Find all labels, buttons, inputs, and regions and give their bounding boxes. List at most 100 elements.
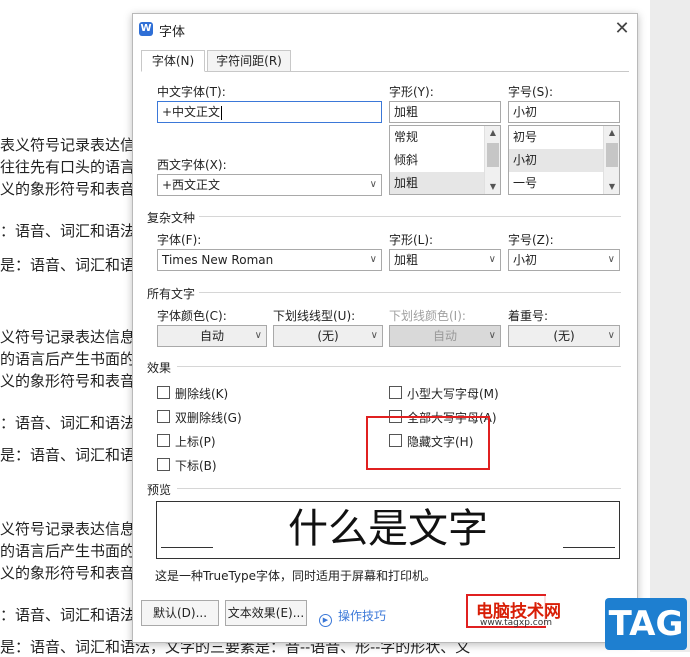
- small-caps-label: 小型大写字母(M): [407, 387, 499, 401]
- chinese-font-label: 中文字体(T):: [157, 85, 226, 99]
- style-input[interactable]: 加粗: [389, 101, 501, 123]
- tab-char-spacing[interactable]: 字符间距(R): [207, 50, 291, 72]
- font-color-value: 自动: [199, 329, 224, 343]
- scroll-thumb[interactable]: [487, 143, 499, 167]
- text-caret: [221, 105, 223, 120]
- western-font-value: +西文正文: [162, 178, 221, 192]
- superscript-checkbox[interactable]: [157, 434, 170, 447]
- tips-link[interactable]: ▶ 操作技巧: [319, 607, 386, 627]
- scroll-down-icon[interactable]: ▼: [604, 180, 619, 194]
- doc-line: 表义符号记录表达信: [0, 136, 136, 154]
- size-listbox[interactable]: 初号 小初 一号 ▲ ▼: [508, 125, 620, 195]
- font-dialog: W 字体 ✕ 字体(N) 字符间距(R) 中文字体(T): +中文正文 字形(Y…: [132, 13, 638, 643]
- chevron-down-icon: ∨: [370, 330, 378, 341]
- doc-line: 往往先有口头的语言: [0, 158, 136, 176]
- doc-line: 义的象形符号和表音: [0, 564, 136, 582]
- double-strikethrough-label: 双删除线(G): [175, 411, 242, 425]
- dialog-titlebar: W 字体 ✕: [133, 14, 637, 44]
- complex-size-dropdown[interactable]: 小初 ∨: [508, 249, 620, 271]
- section-divider: [177, 366, 621, 367]
- font-color-dropdown[interactable]: 自动 ∨: [157, 325, 267, 347]
- complex-font-dropdown[interactable]: Times New Roman ∨: [157, 249, 382, 271]
- chevron-down-icon: ∨: [369, 179, 377, 190]
- scroll-thumb[interactable]: [606, 143, 618, 167]
- doc-line: ：语音、词汇和语法: [0, 606, 136, 624]
- dialog-title: 字体: [159, 25, 186, 40]
- scroll-down-icon[interactable]: ▼: [485, 180, 500, 194]
- underline-color-value: 自动: [432, 329, 457, 343]
- superscript-label: 上标(P): [175, 435, 216, 449]
- underline-color-dropdown: 自动 ∨: [389, 325, 501, 347]
- emphasis-label: 着重号:: [508, 309, 549, 323]
- doc-line: 义符号记录表达信息: [0, 328, 136, 346]
- emphasis-dropdown[interactable]: (无) ∨: [508, 325, 620, 347]
- preview-text: 什么是文字: [288, 506, 488, 552]
- underline-color-label: 下划线颜色(I):: [389, 309, 466, 323]
- scroll-up-icon[interactable]: ▲: [604, 126, 619, 140]
- tips-label: 操作技巧: [338, 609, 387, 623]
- underline-style-label: 下划线线型(U):: [273, 309, 356, 323]
- font-color-label: 字体颜色(C):: [157, 309, 227, 323]
- size-input[interactable]: 小初: [508, 101, 620, 123]
- section-divider: [177, 488, 621, 489]
- list-item[interactable]: 一号: [509, 172, 604, 194]
- tab-divider: [141, 71, 629, 72]
- doc-line: 义的象形符号和表音: [0, 180, 136, 198]
- small-caps-checkbox[interactable]: [389, 386, 402, 399]
- preview-section-title: 预览: [147, 483, 172, 497]
- section-divider: [199, 292, 621, 293]
- watermark-url: www.tagxp.com: [480, 618, 552, 628]
- subscript-label: 下标(B): [175, 459, 217, 473]
- font-type-note: 这是一种TrueType字体，同时适用于屏幕和打印机。: [155, 569, 437, 583]
- list-item[interactable]: 初号: [509, 126, 604, 149]
- doc-line: 是：语音、词汇和语: [0, 256, 136, 274]
- scrollbar[interactable]: ▲ ▼: [484, 126, 500, 194]
- list-item[interactable]: 加粗: [390, 172, 485, 194]
- chevron-down-icon: ∨: [607, 254, 615, 265]
- watermark: 电脑技术网 www.tagxp.com: [472, 596, 602, 628]
- play-icon: ▶: [319, 614, 332, 627]
- chevron-down-icon: ∨: [607, 330, 615, 341]
- highlight-box-hidden-text: [366, 416, 490, 470]
- complex-font-value: Times New Roman: [162, 253, 274, 267]
- list-item[interactable]: 常规: [390, 126, 485, 149]
- double-strikethrough-checkbox[interactable]: [157, 410, 170, 423]
- doc-line: 的语言后产生书面的: [0, 542, 136, 560]
- western-font-label: 西文字体(X):: [157, 158, 227, 172]
- strikethrough-label: 删除线(K): [175, 387, 229, 401]
- list-item[interactable]: 倾斜: [390, 149, 485, 172]
- all-text-section-title: 所有文字: [147, 287, 196, 301]
- default-button[interactable]: 默认(D)...: [141, 600, 219, 626]
- scroll-up-icon[interactable]: ▲: [485, 126, 500, 140]
- chevron-down-icon: ∨: [488, 330, 496, 341]
- style-label: 字形(Y):: [389, 85, 434, 99]
- list-item[interactable]: 小初: [509, 149, 604, 172]
- complex-style-label: 字形(L):: [389, 233, 434, 247]
- tag-logo: TAG: [605, 598, 687, 650]
- section-divider: [199, 216, 621, 217]
- doc-line: 义的象形符号和表音: [0, 372, 136, 390]
- doc-line: 义符号记录表达信息: [0, 520, 136, 538]
- doc-line: 是：语音、词汇和语: [0, 446, 136, 464]
- doc-line: 的语言后产生书面的: [0, 350, 136, 368]
- underline-style-dropdown[interactable]: (无) ∨: [273, 325, 383, 347]
- underline-style-value: (无): [317, 329, 339, 343]
- text-effect-button[interactable]: 文本效果(E)...: [225, 600, 307, 626]
- style-listbox[interactable]: 常规 倾斜 加粗 ▲ ▼: [389, 125, 501, 195]
- tab-font[interactable]: 字体(N): [141, 50, 205, 72]
- effects-section-title: 效果: [147, 361, 172, 375]
- chevron-down-icon: ∨: [369, 254, 377, 265]
- complex-style-dropdown[interactable]: 加粗 ∨: [389, 249, 501, 271]
- strikethrough-checkbox[interactable]: [157, 386, 170, 399]
- complex-style-value: 加粗: [394, 253, 419, 267]
- size-label: 字号(S):: [508, 85, 554, 99]
- close-icon[interactable]: ✕: [611, 18, 633, 40]
- western-font-dropdown[interactable]: +西文正文 ∨: [157, 174, 382, 196]
- chinese-font-input[interactable]: +中文正文: [157, 101, 382, 123]
- scrollbar[interactable]: ▲ ▼: [603, 126, 619, 194]
- complex-section-title: 复杂文种: [147, 211, 196, 225]
- subscript-checkbox[interactable]: [157, 458, 170, 471]
- complex-font-label: 字体(F):: [157, 233, 202, 247]
- complex-size-value: 小初: [513, 253, 538, 267]
- preview-box: 什么是文字: [156, 501, 620, 559]
